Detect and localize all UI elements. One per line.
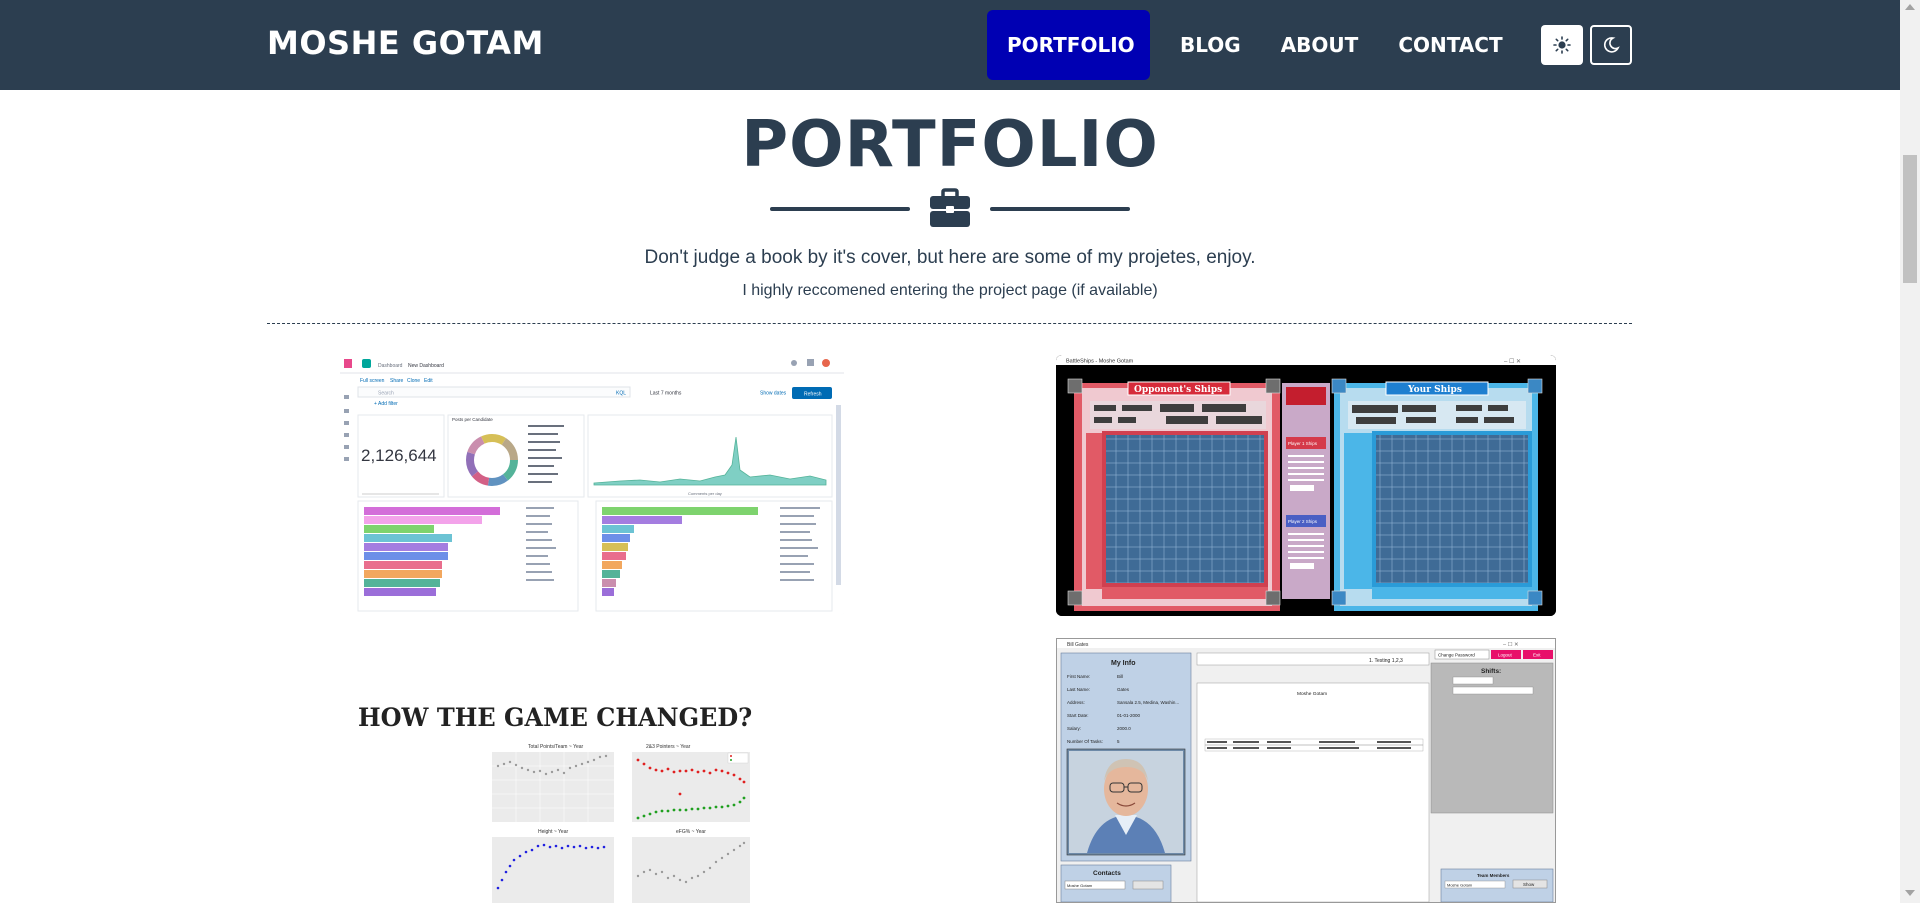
app-field-label-5: Number Of Tasks: <box>1067 739 1103 744</box>
kibana-menu-share: Share <box>390 378 404 384</box>
sports-title: HOW THE GAME CHANGED? <box>358 703 752 733</box>
svg-text:– ☐ ✕: – ☐ ✕ <box>1503 641 1519 648</box>
app-field-label-2: Address: <box>1067 700 1085 705</box>
battleship-player2-label: Player 2 Ships <box>1288 519 1318 524</box>
app-task-field: 1. Testing 1,2,3 <box>1369 658 1403 664</box>
app-center-name: Moshe Gotam <box>1297 691 1327 697</box>
kibana-donut-title: Posts per Candidate <box>452 417 493 422</box>
nav-link-portfolio[interactable]: PORTFOLIO <box>987 10 1150 80</box>
moon-icon <box>1603 37 1620 53</box>
app-field-value-1: Gates <box>1117 687 1130 692</box>
brand-logo[interactable]: MOSHE GOTAM <box>267 24 544 62</box>
app-team-select: Moshe Gotam <box>1447 883 1473 888</box>
app-show-button: Show <box>1523 882 1535 887</box>
battleship-opponent-label: Opponent's Ships <box>1134 385 1222 395</box>
project-card-battleship[interactable]: BattleShips - Moshe Gotam – ☐ ✕ Opponent… <box>1056 355 1556 616</box>
kibana-breadcrumb-2: New Dashboard <box>408 363 444 369</box>
how-the-game-changed-thumbnail: HOW THE GAME CHANGED? Total Points/Team … <box>340 640 844 903</box>
section-divider <box>267 323 1632 324</box>
app-contacts-title: Contacts <box>1093 870 1121 877</box>
kibana-kql: KQL <box>616 391 626 397</box>
project-card-how-the-game-changed[interactable]: HOW THE GAME CHANGED? Total Points/Team … <box>340 640 844 903</box>
sports-panel-2-title: 2&3 Pointers ~ Year <box>646 744 691 750</box>
navbar: MOSHE GOTAM PORTFOLIO BLOG ABOUT CONTACT <box>0 0 1900 90</box>
app-field-value-2: Sansala 2.5, Medina, Washin... <box>1117 700 1179 705</box>
app-logout-button: Logout <box>1498 653 1513 658</box>
battleship-player1-label: Player 1 Ships <box>1288 441 1318 446</box>
kibana-dashboard-thumbnail: Dashboard New Dashboard Full screen Shar… <box>340 355 844 615</box>
kibana-breadcrumb-1: Dashboard <box>378 363 403 369</box>
page-scrollbar[interactable] <box>1900 0 1920 903</box>
app-team-members-title: Team Members <box>1477 873 1510 878</box>
battleship-window-title: BattleShips - Moshe Gotam <box>1066 359 1134 365</box>
scroll-down-arrow-icon[interactable] <box>1905 890 1915 896</box>
app-window-title: Bill Gates <box>1067 642 1089 648</box>
nav-link-blog[interactable]: BLOG <box>1160 10 1261 80</box>
kibana-add-filter: + Add filter <box>374 401 398 407</box>
page-title: PORTFOLIO <box>741 108 1159 182</box>
scroll-up-arrow-icon[interactable] <box>1905 4 1915 10</box>
kibana-line-caption: Comments per day <box>688 491 722 496</box>
employee-app-thumbnail: Bill Gates – ☐ ✕ My Info First Name: Bil… <box>1057 639 1555 902</box>
portfolio-note: I highly reccomened entering the project… <box>742 282 1158 299</box>
svg-text:– ☐ ✕: – ☐ ✕ <box>1504 358 1521 365</box>
kibana-show-dates: Show dates <box>760 391 787 397</box>
kibana-refresh-button: Refresh <box>804 392 822 398</box>
project-card-employee-app[interactable]: Bill Gates – ☐ ✕ My Info First Name: Bil… <box>1056 638 1556 903</box>
portfolio-subtitle: Don't judge a book by it's cover, but he… <box>644 247 1256 268</box>
project-card-kibana-dashboard[interactable]: Dashboard New Dashboard Full screen Shar… <box>340 355 844 615</box>
app-field-label-1: Last Name: <box>1067 687 1090 692</box>
app-exit-button: Exit <box>1533 653 1541 658</box>
kibana-metric-value: 2,126,644 <box>361 446 437 465</box>
nav-link-contact[interactable]: CONTACT <box>1378 10 1522 80</box>
kibana-time: Last 7 months <box>650 391 682 397</box>
app-field-value-3: 01-01-2000 <box>1117 713 1141 718</box>
divider-line-left <box>770 207 910 211</box>
app-field-value-4: 2000.0 <box>1117 726 1131 731</box>
sports-panel-1-title: Total Points/Team ~ Year <box>528 744 584 750</box>
kibana-menu-fullscreen: Full screen <box>360 378 385 384</box>
app-contacts-select: Moshe Gotam <box>1067 883 1093 888</box>
kibana-search: Search <box>378 391 394 397</box>
battleship-thumbnail: BattleShips - Moshe Gotam – ☐ ✕ Opponent… <box>1056 355 1556 616</box>
briefcase-icon <box>930 188 970 227</box>
kibana-menu-clone: Clone <box>407 378 420 384</box>
app-shifts-label: Shifts: <box>1481 668 1501 675</box>
scrollbar-thumb[interactable] <box>1903 155 1917 283</box>
battleship-your-label: Your Ships <box>1407 385 1462 395</box>
dark-theme-button[interactable] <box>1590 25 1632 65</box>
app-field-label-4: Salary: <box>1067 726 1081 731</box>
user-photo <box>1066 748 1186 856</box>
sun-icon <box>1553 36 1571 54</box>
divider-line-right <box>990 207 1130 211</box>
sports-panel-3-title: Height ~ Year <box>538 829 568 835</box>
nav-link-about[interactable]: ABOUT <box>1261 10 1379 80</box>
app-field-label-0: First Name: <box>1067 674 1090 679</box>
light-theme-button[interactable] <box>1541 25 1583 65</box>
nav-links: PORTFOLIO BLOG ABOUT CONTACT <box>987 10 1523 80</box>
sports-panel-4-title: eFG% ~ Year <box>676 829 706 835</box>
app-change-password-button: Change Password <box>1438 653 1475 658</box>
app-field-value-0: Bill <box>1117 674 1123 679</box>
app-field-label-3: Start Date: <box>1067 713 1089 718</box>
kibana-menu-edit: Edit <box>424 378 433 384</box>
app-my-info-title: My Info <box>1111 660 1136 667</box>
